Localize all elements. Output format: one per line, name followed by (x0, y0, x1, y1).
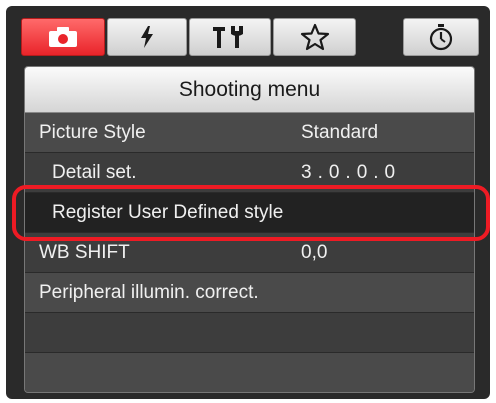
menu-item-value: 0,0 (301, 242, 328, 263)
menu-item-label: Picture Style (39, 122, 146, 143)
stopwatch-icon (428, 23, 454, 51)
menu-item-picture-style[interactable]: Picture Style Standard (25, 113, 474, 153)
tab-flash[interactable] (107, 18, 187, 56)
menu-item-value: Standard (301, 122, 379, 143)
menu-item-label: Register User Defined style (52, 202, 284, 223)
menu-item-label: Peripheral illumin. correct. (39, 282, 259, 303)
star-icon (300, 23, 330, 51)
tab-timer[interactable] (403, 18, 479, 56)
camera-menu-window: Shooting menu Picture Style Standard Det… (6, 6, 490, 399)
tab-setup[interactable] (189, 18, 271, 56)
menu-item-label: Detail set. (52, 162, 137, 183)
tab-shooting[interactable] (21, 18, 105, 56)
tools-icon (211, 24, 249, 50)
menu-item-peripheral-illumination[interactable]: Peripheral illumin. correct. (25, 273, 474, 313)
menu-item-detail-set[interactable]: Detail set. 3.0.0.0 (25, 153, 474, 193)
camera-icon (48, 26, 78, 48)
tab-my-menu[interactable] (273, 18, 356, 56)
menu-item-value: 3.0.0.0 (301, 162, 402, 183)
lightning-icon (139, 25, 155, 49)
menu-row-empty (25, 313, 474, 353)
menu-item-wb-shift[interactable]: WB SHIFT 0,0 (25, 233, 474, 273)
menu-row-empty (25, 353, 474, 392)
menu-item-label: WB SHIFT (39, 242, 130, 263)
menu-title: Shooting menu (25, 67, 474, 113)
shooting-menu-panel: Shooting menu Picture Style Standard Det… (24, 66, 475, 393)
menu-item-register-user-defined-style[interactable]: Register User Defined style (25, 193, 474, 233)
